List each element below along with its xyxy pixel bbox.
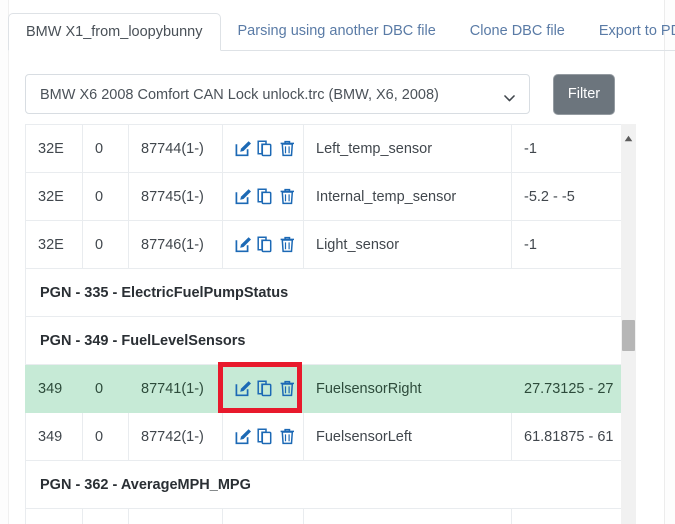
cell-signal-id: 87745(1-)	[128, 172, 223, 221]
scrollbar-thumb[interactable]	[622, 320, 635, 351]
cell-value-range: -5.2 - -5	[511, 172, 621, 221]
copy-icon[interactable]	[257, 235, 274, 254]
signals-table: 32E 0 87744(1-) Left_temp_sensor -1 32E 0 87745…	[25, 124, 621, 524]
table-group-label: PGN - 335 - ElectricFuelPumpStatus	[25, 268, 621, 317]
row-action-group	[235, 379, 294, 398]
cell-signal-id: 87744(1-)	[128, 124, 223, 173]
table-group-row[interactable]: PGN - 335 - ElectricFuelPumpStatus	[25, 268, 621, 317]
cell-index: 0	[82, 364, 129, 413]
cell-value-range: -1	[511, 220, 621, 269]
cell-signal-name: Internal_temp_sensor	[303, 172, 512, 221]
cell-pgn: 349	[25, 412, 83, 461]
trace-file-select[interactable]: BMW X6 2008 Comfort CAN Lock unlock.trc …	[25, 74, 530, 114]
edit-icon[interactable]	[235, 380, 252, 398]
tab-3[interactable]: Export to PD	[582, 13, 675, 50]
cell-index: 0	[82, 124, 129, 173]
edit-icon[interactable]	[235, 140, 252, 158]
cell-actions	[222, 220, 304, 269]
cell-value-range: 61.81875 - 61	[511, 412, 621, 461]
trace-file-select-value: BMW X6 2008 Comfort CAN Lock unlock.trc …	[40, 87, 439, 103]
cell-index	[82, 508, 129, 524]
cell-signal-name: Light_sensor	[303, 220, 512, 269]
cell-signal-name	[303, 508, 512, 524]
copy-icon[interactable]	[257, 187, 274, 206]
tab-label: Parsing using another DBC file	[237, 23, 436, 39]
tab-1[interactable]: Parsing using another DBC file	[221, 13, 453, 50]
cell-value-range: 27.73125 - 27	[511, 364, 621, 413]
cell-signal-id: 87746(1-)	[128, 220, 223, 269]
cell-index: 0	[82, 220, 129, 269]
app-page: BMW X1_from_loopybunny Parsing using anot…	[0, 0, 675, 524]
tab-label: Clone DBC file	[469, 23, 565, 39]
signals-table-body: 32E 0 87744(1-) Left_temp_sensor -1 32E 0 87745…	[25, 124, 621, 524]
cell-pgn: 32E	[25, 124, 83, 173]
scroll-up-arrow-icon[interactable]	[624, 129, 633, 142]
table-row[interactable]: 32E 0 87746(1-) Light_sensor -1	[25, 220, 621, 269]
edit-icon[interactable]	[235, 428, 252, 446]
tab-2[interactable]: Clone DBC file	[453, 13, 582, 50]
cell-actions	[222, 124, 304, 173]
delete-icon[interactable]	[279, 428, 296, 446]
cell-actions	[222, 172, 304, 221]
delete-icon[interactable]	[279, 140, 296, 158]
row-action-group	[235, 235, 294, 254]
table-row[interactable]: 32E 0 87745(1-) Internal_temp_sensor -5.2 - …	[25, 172, 621, 221]
chevron-down-icon	[504, 89, 515, 102]
edit-icon[interactable]	[235, 188, 252, 206]
cell-signal-name: Left_temp_sensor	[303, 124, 512, 173]
copy-icon[interactable]	[257, 427, 274, 446]
cell-index: 0	[82, 172, 129, 221]
table-row[interactable]: 349 0 87741(1-) FuelsensorRight 27.73125 - 2…	[25, 364, 621, 413]
tab-label: BMW X1_from_loopybunny	[26, 24, 203, 40]
cell-pgn: 32E	[25, 172, 83, 221]
cell-signal-id	[128, 508, 223, 524]
cell-value-range: -1	[511, 124, 621, 173]
cell-actions	[222, 412, 304, 461]
cell-signal-name: FuelsensorLeft	[303, 412, 512, 461]
cell-signal-id: 87742(1-)	[128, 412, 223, 461]
delete-icon[interactable]	[279, 188, 296, 206]
edit-icon[interactable]	[235, 236, 252, 254]
tab-label: Export to PD	[598, 23, 675, 39]
cell-pgn: 32E	[25, 220, 83, 269]
cell-signal-id: 87741(1-)	[128, 364, 223, 413]
cell-pgn	[25, 508, 83, 524]
table-row[interactable]	[25, 508, 621, 524]
cell-index: 0	[82, 412, 129, 461]
cell-actions	[222, 508, 304, 524]
table-vertical-scrollbar[interactable]	[621, 124, 636, 524]
table-row[interactable]: 32E 0 87744(1-) Left_temp_sensor -1	[25, 124, 621, 173]
signals-table-container[interactable]: 32E 0 87744(1-) Left_temp_sensor -1 32E 0 87745…	[25, 124, 621, 524]
cell-value-range	[511, 508, 621, 524]
page-right-edge	[664, 0, 665, 524]
delete-icon[interactable]	[279, 380, 296, 398]
tab-0[interactable]: BMW X1_from_loopybunny	[8, 13, 221, 51]
cell-actions	[222, 364, 304, 413]
copy-icon[interactable]	[257, 139, 274, 158]
cell-pgn: 349	[25, 364, 83, 413]
table-group-label: PGN - 362 - AverageMPH_MPG	[25, 460, 621, 509]
row-action-group	[235, 427, 294, 446]
table-group-row[interactable]: PGN - 362 - AverageMPH_MPG	[25, 460, 621, 509]
cell-signal-name: FuelsensorRight	[303, 364, 512, 413]
tab-bar: BMW X1_from_loopybunny Parsing using anot…	[8, 13, 675, 51]
copy-icon[interactable]	[257, 379, 274, 398]
table-group-row[interactable]: PGN - 349 - FuelLevelSensors	[25, 316, 621, 365]
row-action-group	[235, 187, 294, 206]
delete-icon[interactable]	[279, 236, 296, 254]
filter-bar: BMW X6 2008 Comfort CAN Lock unlock.trc …	[25, 74, 645, 115]
table-row[interactable]: 349 0 87742(1-) FuelsensorLeft 61.81875 - 61	[25, 412, 621, 461]
row-action-group	[235, 139, 294, 158]
table-group-label: PGN - 349 - FuelLevelSensors	[25, 316, 621, 365]
filter-button[interactable]: Filter	[553, 74, 615, 115]
